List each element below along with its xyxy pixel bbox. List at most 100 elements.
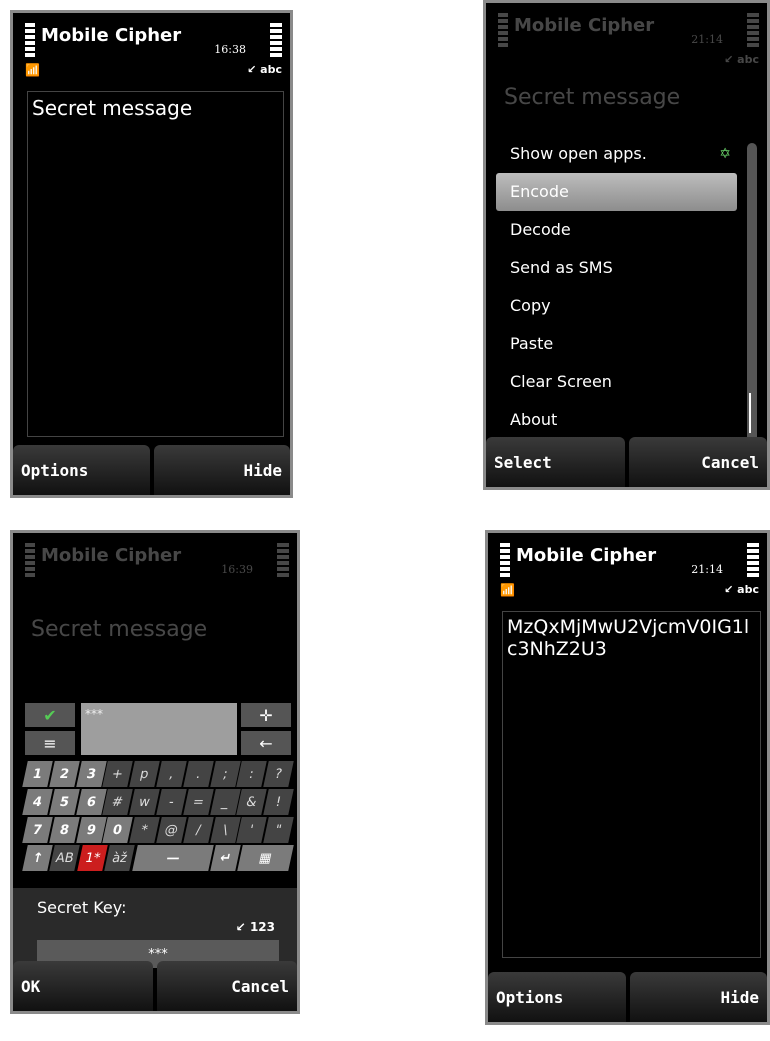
antenna-icon: 📶 [500,583,515,597]
menu-scrollbar[interactable] [747,143,757,443]
key[interactable]: + [102,761,133,787]
key[interactable]: 3 [75,761,107,787]
secret-key-panel: Secret Key: ↙ 123 *** [13,888,297,968]
key[interactable]: 5 [49,789,80,815]
key[interactable]: - [156,789,187,815]
clock: 16:38 [214,43,246,56]
menu-item-label: Show open apps. [510,144,647,163]
battery-icon [25,23,35,59]
key[interactable]: ? [263,761,294,787]
input-mode-indicator: ↙ abc [724,583,759,596]
key[interactable]: 2 [49,761,80,787]
menu-item-clear-screen[interactable]: Clear Screen [496,363,737,401]
ok-button[interactable]: OK [13,961,153,1011]
screen-encoded-result: Mobile Cipher 21:14 📶 ↙ abc MzQxMjMwU2Vj… [485,530,770,1025]
scrollbar-thumb[interactable] [749,393,751,433]
confirm-key[interactable]: ✔ [25,703,75,727]
status-bar: Mobile Cipher 21:14 ↙ abc [486,3,767,75]
battery-icon [498,13,508,49]
cancel-button[interactable]: Cancel [628,437,767,487]
key[interactable]: 9 [75,817,107,843]
signal-icon [747,13,759,49]
space-key[interactable]: — [131,845,214,871]
options-button[interactable]: Options [488,972,626,1022]
key[interactable]: w [129,789,160,815]
message-editor: Secret message [31,617,208,642]
menu-item-copy[interactable]: Copy [496,287,737,325]
signal-icon [747,543,759,579]
keyboard-layout-key[interactable]: ▦ [237,845,294,871]
app-title: Mobile Cipher [516,545,657,566]
key[interactable]: \ [209,817,241,843]
menu-item-show-open-apps[interactable]: Show open apps. ✡ [496,135,737,173]
key[interactable]: , [156,761,187,787]
key[interactable]: ; [209,761,241,787]
battery-icon [25,543,35,579]
menu-item-paste[interactable]: Paste [496,325,737,363]
key[interactable]: p [129,761,160,787]
keyboard-input-field[interactable]: *** [81,703,237,755]
status-bar: Mobile Cipher 21:14 📶 ↙ abc [488,533,767,605]
key[interactable]: = [183,789,214,815]
options-menu: Show open apps. ✡ Encode Decode Send as … [496,135,737,445]
enter-key[interactable]: ↵ [210,845,241,871]
key[interactable]: @ [156,817,187,843]
softkey-bar: Select Cancel [486,437,767,487]
hide-button[interactable]: Hide [153,445,290,495]
accents-key[interactable]: àž [104,845,136,871]
key[interactable]: # [102,789,133,815]
key[interactable]: : [236,761,267,787]
message-editor: Secret message [504,85,681,110]
antenna-icon: 📶 [25,63,40,77]
cancel-button[interactable]: Cancel [157,961,297,1011]
signal-icon [270,23,282,59]
key[interactable]: ! [263,789,294,815]
menu-item-about[interactable]: About [496,401,737,439]
menu-key[interactable]: ≡ [25,731,75,755]
key[interactable]: 6 [75,789,107,815]
shift-key[interactable]: ↑ [22,845,54,871]
softkey-bar: OK Cancel [13,961,297,1011]
hide-button[interactable]: Hide [629,972,767,1022]
key-row: 4 5 6 # w - = _ & ! [22,789,294,815]
softkey-bar: Options Hide [488,972,767,1022]
key[interactable]: 0 [102,817,133,843]
battery-icon [500,543,510,579]
key[interactable]: ' [236,817,267,843]
secret-key-label: Secret Key: [37,898,127,917]
status-bar: Mobile Cipher 16:39 [13,533,297,605]
screen-main: Mobile Cipher 16:38 📶 ↙ abc Secret messa… [10,10,293,498]
key[interactable]: _ [209,789,241,815]
numeric-mode-key[interactable]: 1* [77,845,108,871]
clock: 16:39 [221,563,253,576]
key[interactable]: " [263,817,294,843]
message-editor[interactable]: MzQxMjMwU2VjcmV0IG1lc3NhZ2U3 [502,611,761,958]
open-apps-icon: ✡ [719,146,731,162]
key-row: ↑ AB 1* àž — ↵ ▦ [22,845,294,871]
key[interactable]: & [236,789,267,815]
backspace-key[interactable]: ← [241,731,291,755]
menu-item-send-sms[interactable]: Send as SMS [496,249,737,287]
menu-item-decode[interactable]: Decode [496,211,737,249]
key[interactable]: / [183,817,214,843]
key[interactable]: 7 [22,817,53,843]
app-title: Mobile Cipher [514,15,655,36]
softkey-bar: Options Hide [13,445,290,495]
move-key[interactable]: ✛ [241,703,291,727]
menu-item-encode[interactable]: Encode [496,173,737,211]
message-editor[interactable]: Secret message [27,91,284,437]
key[interactable]: 8 [49,817,80,843]
case-key[interactable]: AB [49,845,81,871]
key[interactable]: . [183,761,214,787]
virtual-keyboard: ✔ ≡ *** ✛ ← 1 2 3 + p , . ; : ? 4 5 6 # [22,703,294,888]
key-row: 7 8 9 0 * @ / \ ' " [22,817,294,843]
screen-secret-key: Mobile Cipher 16:39 Secret message ✔ ≡ *… [10,530,300,1014]
select-button[interactable]: Select [486,437,625,487]
key-row: 1 2 3 + p , . ; : ? [22,761,294,787]
options-button[interactable]: Options [13,445,150,495]
key[interactable]: 4 [22,789,53,815]
key[interactable]: 1 [22,761,53,787]
key[interactable]: * [129,817,160,843]
clock: 21:14 [691,563,723,576]
screen-options-menu: Mobile Cipher 21:14 ↙ abc Secret message… [483,0,770,490]
